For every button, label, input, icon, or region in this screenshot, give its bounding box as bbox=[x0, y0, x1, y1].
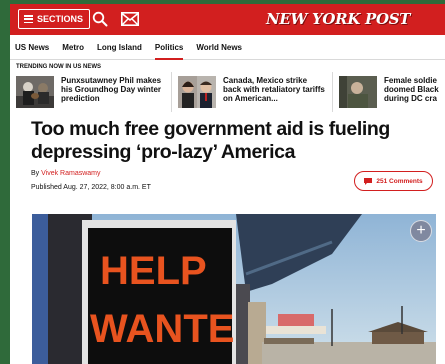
nav-item-politics[interactable]: Politics bbox=[154, 35, 184, 60]
comments-count: 251 Comments bbox=[376, 177, 423, 185]
plus-icon: + bbox=[416, 222, 426, 239]
trending-label: TRENDING NOW IN US NEWS bbox=[16, 64, 101, 70]
trending-thumbnail bbox=[339, 76, 377, 108]
trending-thumbnail bbox=[178, 76, 216, 108]
byline-prefix: By bbox=[31, 170, 40, 177]
article-page: SECTIONS NEW YORK POST US News Metro Lon… bbox=[10, 4, 445, 364]
sections-label: SECTIONS bbox=[37, 14, 84, 24]
comment-icon bbox=[364, 177, 373, 185]
hamburger-icon bbox=[24, 15, 33, 23]
nav-item-world-news[interactable]: World News bbox=[196, 35, 242, 60]
trending-title: Punxsutawney Phil makes his Groundhog Da… bbox=[61, 76, 162, 103]
author-link[interactable]: Vivek Ramaswamy bbox=[41, 170, 100, 177]
trending-title: Female soldie doomed Black during DC cra bbox=[384, 76, 439, 103]
sections-button[interactable]: SECTIONS bbox=[18, 9, 91, 29]
expand-image-button[interactable]: + bbox=[410, 220, 432, 242]
trending-item[interactable]: Punxsutawney Phil makes his Groundhog Da… bbox=[10, 72, 171, 112]
site-header: SECTIONS NEW YORK POST bbox=[10, 4, 445, 35]
trending-item[interactable]: Canada, Mexico strike back with retaliat… bbox=[171, 72, 332, 112]
article-headline: Too much free government aid is fueling … bbox=[31, 118, 390, 163]
search-icon[interactable] bbox=[92, 11, 108, 27]
trending-item[interactable]: Female soldie doomed Black during DC cra bbox=[332, 72, 445, 112]
trending-title: Canada, Mexico strike back with retaliat… bbox=[223, 76, 325, 103]
byline: By Vivek Ramaswamy bbox=[31, 170, 101, 177]
nav-item-us-news[interactable]: US News bbox=[15, 35, 49, 60]
mail-icon[interactable] bbox=[121, 12, 139, 26]
trending-strip: Punxsutawney Phil makes his Groundhog Da… bbox=[10, 72, 445, 112]
site-logo[interactable]: NEW YORK POST bbox=[266, 10, 410, 28]
nav-item-metro[interactable]: Metro bbox=[62, 35, 84, 60]
section-nav: US News Metro Long Island Politics World… bbox=[10, 35, 445, 60]
sign-line-1: HELP bbox=[100, 249, 207, 293]
comments-button[interactable]: 251 Comments bbox=[354, 171, 433, 191]
nav-item-long-island[interactable]: Long Island bbox=[97, 35, 142, 60]
trending-thumbnail bbox=[16, 76, 54, 108]
published-date: Published Aug. 27, 2022, 8:00 a.m. ET bbox=[31, 184, 151, 191]
hero-image[interactable]: HELP WANTED + bbox=[32, 214, 436, 364]
